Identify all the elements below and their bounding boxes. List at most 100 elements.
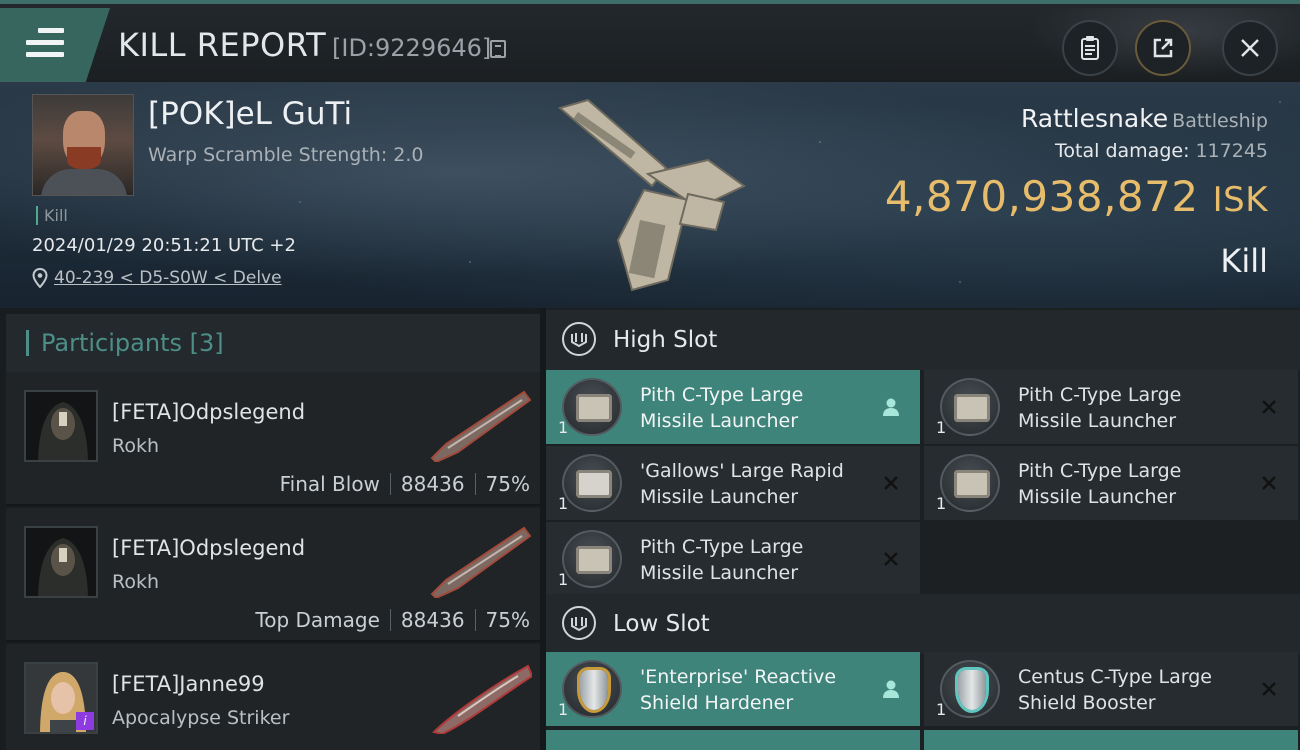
missile-launcher-icon	[562, 530, 622, 588]
total-damage-value: 117245	[1195, 140, 1268, 162]
module-item-partial[interactable]	[546, 730, 920, 750]
participants-panel: Participants [3] [FETA]Odpslegend Rokh F…	[0, 308, 540, 750]
total-damage-label: Total damage:	[1055, 140, 1190, 162]
module-quantity: 1	[936, 494, 947, 513]
low-slot-header: Low Slot	[546, 594, 1300, 654]
participant-stats: Top Damage 88436 75%	[255, 608, 530, 632]
fitting-panel: High Slot 1 Pith C-Type Large Missile La…	[546, 308, 1300, 750]
module-item[interactable]: 1 Pith C-Type Large Missile Launcher	[924, 370, 1298, 444]
module-quantity: 1	[558, 494, 569, 513]
participant-ship-image	[430, 390, 532, 462]
module-name: 'Gallows' Large Rapid Missile Launcher	[640, 460, 844, 508]
missile-launcher-icon	[940, 378, 1000, 436]
module-item[interactable]: 1 Centus C-Type Large Shield Booster	[924, 652, 1298, 726]
copy-icon[interactable]	[490, 40, 506, 58]
participants-label: Participants	[41, 329, 182, 357]
victim-ship-image	[557, 98, 746, 292]
location-link[interactable]: 40-239 < D5-S0W < Delve	[54, 268, 282, 288]
participant-damage: 88436	[400, 472, 465, 496]
module-item[interactable]: 1 Pith C-Type Large Missile Launcher	[924, 446, 1298, 520]
participant-avatar[interactable]: i	[24, 662, 98, 734]
victim-summary: [POK]eL GuTi Warp Scramble Strength: 2.0…	[0, 82, 1300, 308]
destroyed-x-icon	[1258, 678, 1280, 700]
share-icon	[1153, 38, 1173, 58]
victim-name[interactable]: [POK]eL GuTi	[148, 96, 352, 132]
kill-tag: Kill	[36, 206, 68, 225]
module-quantity: 1	[558, 570, 569, 589]
participant-avatar[interactable]	[24, 390, 98, 462]
module-name: Pith C-Type Large Missile Launcher	[1018, 460, 1182, 508]
victim-ship[interactable]: Rattlesnake Battleship	[1021, 104, 1268, 133]
person-icon	[880, 396, 902, 418]
top-bar: KILL REPORT [ID:9229646]	[0, 0, 1300, 86]
isk-value: 4,870,938,872 ISK	[885, 172, 1268, 221]
high-slot-icon	[562, 322, 596, 356]
participants-header[interactable]: Participants [3]	[6, 314, 540, 372]
module-item-partial[interactable]	[924, 730, 1298, 750]
module-quantity: 1	[936, 700, 947, 719]
kill-location[interactable]: 40-239 < D5-S0W < Delve	[32, 268, 282, 288]
shield-booster-icon	[940, 660, 1000, 718]
participant-name: [FETA]Odpslegend	[112, 536, 306, 560]
participant-card[interactable]: [FETA]Odpslegend Rokh Final Blow 88436 7…	[6, 372, 540, 506]
module-name: Pith C-Type Large Missile Launcher	[640, 384, 804, 432]
module-item[interactable]: 1 'Enterprise' Reactive Shield Hardener	[546, 652, 920, 726]
menu-button[interactable]	[0, 8, 110, 82]
module-name: 'Enterprise' Reactive Shield Hardener	[640, 666, 837, 714]
participant-percent: 75%	[485, 608, 530, 632]
participant-name: [FETA]Janne99	[112, 672, 265, 696]
clipboard-icon	[1081, 36, 1099, 60]
module-name: Pith C-Type Large Missile Launcher	[1018, 384, 1182, 432]
missile-launcher-icon	[940, 454, 1000, 512]
participant-ship: Rokh	[112, 435, 160, 457]
report-id: [ID:9229646]	[332, 34, 492, 62]
destroyed-x-icon	[1258, 472, 1280, 494]
module-item[interactable]: 1 Pith C-Type Large Missile Launcher	[546, 370, 920, 444]
module-name: Centus C-Type Large Shield Booster	[1018, 666, 1212, 714]
destroyed-x-icon	[1258, 396, 1280, 418]
participant-role: Final Blow	[279, 472, 380, 496]
high-slot-header: High Slot	[546, 310, 1300, 370]
module-quantity: 1	[558, 700, 569, 719]
person-icon	[880, 678, 902, 700]
high-slot-label: High Slot	[613, 327, 718, 353]
participant-role: Top Damage	[255, 608, 380, 632]
ship-name: Rattlesnake	[1020, 104, 1169, 133]
module-item[interactable]: 1 Pith C-Type Large Missile Launcher	[546, 522, 920, 596]
kill-result: Kill	[1220, 242, 1268, 280]
participant-stats: Final Blow 88436 75%	[280, 472, 530, 496]
rapid-missile-launcher-icon	[562, 454, 622, 512]
page-title: KILL REPORT	[118, 26, 327, 64]
total-damage: Total damage: 117245	[1055, 140, 1268, 162]
shield-hardener-icon	[562, 660, 622, 718]
participant-name: [FETA]Odpslegend	[112, 400, 306, 424]
participant-ship-image	[430, 526, 532, 598]
info-badge-icon: i	[76, 712, 94, 730]
module-quantity: 1	[558, 418, 569, 437]
low-slot-label: Low Slot	[613, 611, 710, 637]
clipboard-button[interactable]	[1062, 20, 1118, 76]
close-button[interactable]	[1222, 20, 1278, 76]
destroyed-x-icon	[880, 472, 902, 494]
close-icon	[1241, 39, 1259, 57]
kill-datetime: 2024/01/29 20:51:21 UTC +2	[32, 235, 296, 256]
warp-scramble-strength: Warp Scramble Strength: 2.0	[148, 144, 424, 166]
participant-ship: Apocalypse Striker	[112, 707, 290, 729]
participant-percent: 75%	[485, 472, 530, 496]
isk-amount: 4,870,938,872	[884, 172, 1199, 221]
participant-damage: 88436	[400, 608, 465, 632]
victim-portrait[interactable]	[32, 94, 134, 196]
participants-count: [3]	[189, 329, 224, 357]
participants-title: Participants [3]	[26, 330, 224, 356]
share-button[interactable]	[1135, 20, 1191, 76]
participant-avatar[interactable]	[24, 526, 98, 598]
participant-card[interactable]: [FETA]Odpslegend Rokh Top Damage 88436 7…	[6, 508, 540, 642]
location-pin-icon	[32, 268, 48, 288]
hamburger-menu-icon	[26, 28, 64, 58]
module-item[interactable]: 1 'Gallows' Large Rapid Missile Launcher	[546, 446, 920, 520]
participant-card[interactable]: i [FETA]Janne99 Apocalypse Striker	[6, 644, 540, 750]
low-slot-icon	[562, 606, 596, 640]
missile-launcher-icon	[562, 378, 622, 436]
destroyed-x-icon	[880, 548, 902, 570]
participant-ship: Rokh	[112, 571, 160, 593]
